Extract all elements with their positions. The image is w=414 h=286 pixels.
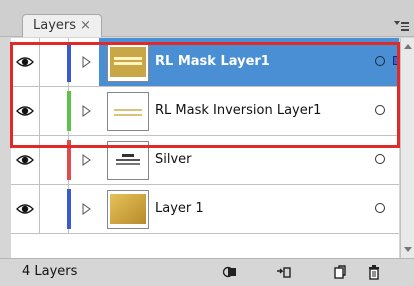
layer-name: RL Mask Layer1	[155, 54, 270, 69]
expand-arrow-icon[interactable]	[79, 38, 93, 86]
tab-label: Layers	[33, 18, 77, 33]
make-clipping-mask-icon[interactable]	[222, 264, 238, 280]
layer-name-area[interactable]: Layer 1	[99, 185, 399, 233]
target-circle-icon[interactable]	[375, 154, 385, 164]
lock-toggle[interactable]	[40, 185, 69, 233]
layer-count: 4 Layers	[22, 264, 78, 279]
tab-layers[interactable]: Layers ×	[22, 14, 102, 37]
lock-toggle[interactable]	[40, 87, 69, 135]
visibility-toggle[interactable]	[11, 38, 40, 86]
layer-color-bar	[67, 91, 71, 131]
scroll-up-icon[interactable]	[404, 44, 412, 49]
layer-thumbnail	[107, 43, 149, 82]
layer-name: Silver	[155, 152, 192, 167]
visibility-toggle[interactable]	[11, 136, 40, 184]
eye-icon	[16, 106, 34, 116]
target-circle-icon[interactable]	[375, 56, 385, 66]
layer-name-area[interactable]: RL Mask Layer1	[99, 38, 402, 86]
layer-color-bar	[67, 42, 71, 82]
layer-name: RL Mask Inversion Layer1	[155, 103, 322, 118]
lock-toggle[interactable]	[40, 38, 69, 86]
target-circle-icon[interactable]	[375, 203, 385, 213]
layer-thumbnail	[107, 92, 149, 131]
expand-arrow-icon[interactable]	[79, 136, 93, 184]
layers-panel: Layers × RL Mask Layer1 RL Mask Inversio…	[0, 0, 414, 286]
eye-icon	[16, 57, 34, 67]
layer-row[interactable]: RL Mask Inversion Layer1	[11, 87, 399, 136]
scroll-down-icon[interactable]	[404, 247, 412, 252]
eye-icon	[16, 155, 34, 165]
layer-thumbnail	[107, 190, 149, 229]
expand-arrow-icon[interactable]	[79, 185, 93, 233]
layer-row[interactable]: Layer 1	[11, 185, 399, 234]
layer-name: Layer 1	[155, 201, 204, 216]
panel-tab-bar: Layers ×	[0, 0, 414, 37]
layer-color-bar	[67, 189, 71, 229]
lock-toggle[interactable]	[40, 136, 69, 184]
layer-name-area[interactable]: RL Mask Inversion Layer1	[99, 87, 399, 135]
target-circle-icon[interactable]	[375, 105, 385, 115]
tab-close-icon[interactable]: ×	[80, 15, 91, 37]
layer-thumbnail	[107, 141, 149, 180]
vertical-scrollbar[interactable]	[400, 38, 414, 258]
layer-name-area[interactable]: Silver	[99, 136, 399, 184]
layer-row[interactable]: Silver	[11, 136, 399, 185]
expand-arrow-icon[interactable]	[79, 87, 93, 135]
visibility-toggle[interactable]	[11, 87, 40, 135]
create-sublayer-icon[interactable]	[276, 264, 292, 280]
visibility-toggle[interactable]	[11, 185, 40, 233]
layer-row[interactable]: RL Mask Layer1	[11, 38, 402, 87]
layers-list: RL Mask Layer1 RL Mask Inversion Layer1 …	[11, 38, 402, 258]
trash-icon[interactable]	[366, 264, 382, 280]
new-layer-icon[interactable]	[332, 264, 348, 280]
panel-menu-icon[interactable]	[394, 20, 410, 34]
panel-footer: 4 Layers	[0, 258, 414, 286]
eye-icon	[16, 204, 34, 214]
layer-color-bar	[67, 140, 71, 180]
